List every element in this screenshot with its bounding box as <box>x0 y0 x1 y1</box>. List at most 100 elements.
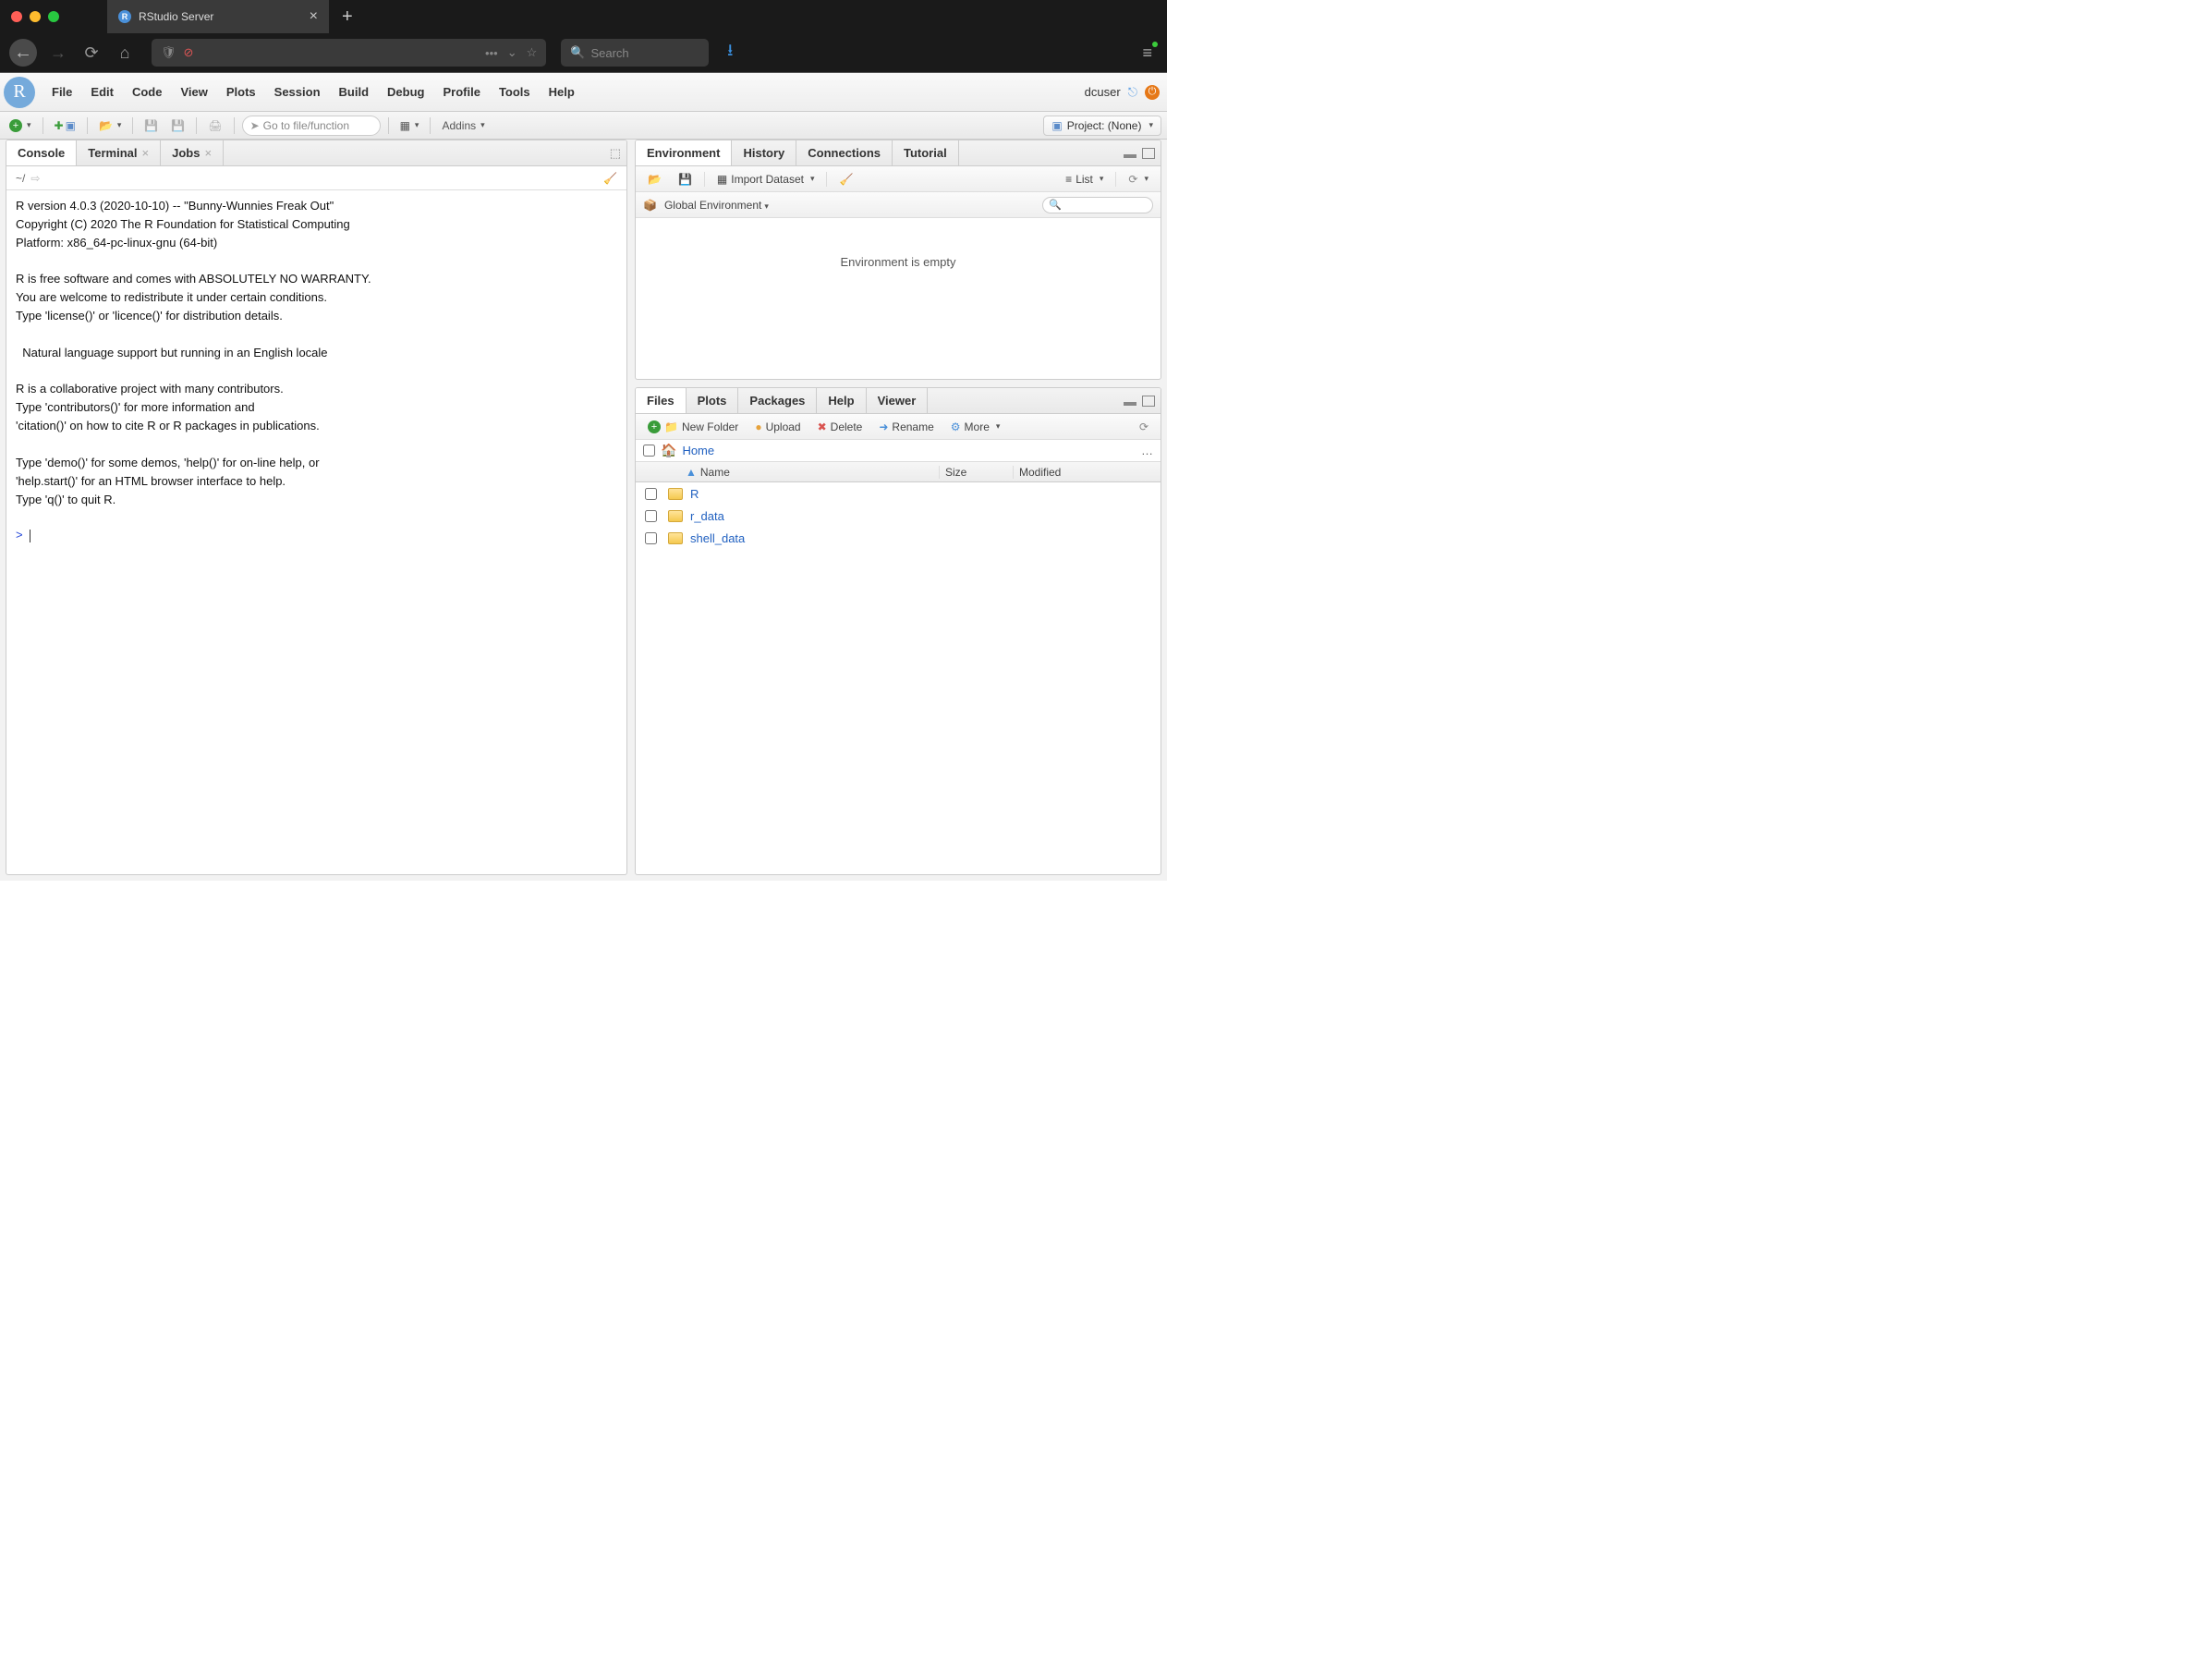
minimize-pane-icon[interactable] <box>1124 402 1136 406</box>
save-workspace-button[interactable]: 💾 <box>674 171 697 188</box>
save-button[interactable]: 💾 <box>140 116 162 136</box>
file-link[interactable]: shell_data <box>690 531 745 545</box>
forward-button[interactable]: → <box>46 41 70 65</box>
breadcrumb-home[interactable]: Home <box>682 444 714 457</box>
open-file-button[interactable]: 📂 <box>95 116 125 136</box>
row-checkbox[interactable] <box>645 532 657 544</box>
goto-file-input[interactable]: ➤ Go to file/function <box>242 116 381 136</box>
ellipsis-icon[interactable]: ••• <box>485 46 498 60</box>
browser-search[interactable]: 🔍 Search <box>561 39 709 67</box>
select-all-checkbox[interactable] <box>643 445 655 457</box>
reload-button[interactable]: ⟳ <box>79 41 103 65</box>
menu-profile[interactable]: Profile <box>433 81 489 103</box>
goto-dir-icon[interactable]: ⇨ <box>30 172 40 185</box>
console-output[interactable]: R version 4.0.3 (2020-10-10) -- "Bunny-W… <box>6 190 626 874</box>
tab-connections[interactable]: Connections <box>796 140 893 165</box>
hamburger-icon[interactable]: ≡ <box>1137 43 1159 63</box>
clear-env-button[interactable]: 🧹 <box>834 171 857 188</box>
console-text: R version 4.0.3 (2020-10-10) -- "Bunny-W… <box>16 199 371 506</box>
rstudio-logo: R <box>4 77 35 108</box>
refresh-env-button[interactable]: ⟳ <box>1124 171 1153 188</box>
new-project-button[interactable]: ✚▣ <box>51 116 79 136</box>
files-tabs: Files Plots Packages Help Viewer <box>636 388 1161 414</box>
project-button[interactable]: ▣ Project: (None) <box>1043 116 1161 136</box>
path-more-button[interactable]: … <box>1141 444 1153 457</box>
tab-packages[interactable]: Packages <box>738 388 817 413</box>
delete-button[interactable]: ✖ Delete <box>813 419 868 435</box>
project-icon: ▣ <box>1051 119 1062 132</box>
menu-file[interactable]: File <box>43 81 81 103</box>
new-file-button[interactable]: + <box>6 116 35 136</box>
maximize-pane-icon[interactable]: ⬚ <box>610 146 621 161</box>
downloads-icon[interactable]: ⭳ <box>718 41 742 65</box>
env-tabs: Environment History Connections Tutorial <box>636 140 1161 166</box>
file-link[interactable]: R <box>690 487 699 501</box>
maximize-pane-icon[interactable] <box>1142 396 1155 407</box>
pocket-icon[interactable]: ⌄ <box>507 45 517 60</box>
col-modified[interactable]: Modified <box>1013 466 1161 479</box>
tab-tutorial[interactable]: Tutorial <box>893 140 959 165</box>
col-size[interactable]: Size <box>939 466 1013 479</box>
tab-history[interactable]: History <box>732 140 796 165</box>
grid-button[interactable]: ▦ <box>396 116 423 136</box>
tab-console[interactable]: Console <box>6 140 77 165</box>
save-all-button[interactable]: 💾 <box>167 116 188 136</box>
menu-help[interactable]: Help <box>540 81 584 103</box>
menu-session[interactable]: Session <box>265 81 330 103</box>
window-maximize[interactable] <box>48 11 59 22</box>
home-icon[interactable]: 🏠 <box>661 443 676 458</box>
env-search-input[interactable]: 🔍 <box>1042 197 1153 213</box>
more-button[interactable]: ⚙ More <box>946 419 1005 435</box>
clear-console-icon[interactable]: 🧹 <box>603 172 617 185</box>
tab-files[interactable]: Files <box>636 388 687 413</box>
sort-arrow-icon[interactable]: ▲ <box>686 466 697 479</box>
bookmark-star-icon[interactable]: ☆ <box>527 45 538 60</box>
refresh-files-button[interactable]: ⟳ <box>1135 419 1153 435</box>
menu-code[interactable]: Code <box>123 81 172 103</box>
env-scope-button[interactable]: Global Environment <box>664 199 769 212</box>
menu-tools[interactable]: Tools <box>490 81 540 103</box>
file-link[interactable]: r_data <box>690 509 724 523</box>
menu-build[interactable]: Build <box>330 81 379 103</box>
package-icon: 📦 <box>643 199 657 212</box>
tab-terminal[interactable]: Terminal× <box>77 140 161 165</box>
tab-help[interactable]: Help <box>817 388 866 413</box>
new-folder-button[interactable]: +📁 New Folder <box>643 419 743 435</box>
menu-view[interactable]: View <box>171 81 216 103</box>
power-icon[interactable]: ⏻ <box>1145 85 1160 100</box>
tab-environment[interactable]: Environment <box>636 140 732 165</box>
upload-button[interactable]: ● Upload <box>750 419 805 435</box>
back-button[interactable]: ← <box>9 39 37 67</box>
signout-icon[interactable]: ⎋ <box>1128 85 1137 100</box>
load-workspace-button[interactable]: 📂 <box>643 171 666 188</box>
row-checkbox[interactable] <box>645 510 657 522</box>
window-minimize[interactable] <box>30 11 41 22</box>
col-name[interactable]: Name <box>700 466 730 479</box>
goto-placeholder: Go to file/function <box>263 119 349 132</box>
import-dataset-button[interactable]: ▦ Import Dataset <box>712 171 820 188</box>
browser-tab[interactable]: R RStudio Server × <box>107 0 329 33</box>
maximize-pane-icon[interactable] <box>1142 148 1155 159</box>
files-toolbar: +📁 New Folder ● Upload ✖ Delete ➜ Rename… <box>636 414 1161 440</box>
print-button[interactable]: 🖨 <box>204 116 225 136</box>
tab-viewer[interactable]: Viewer <box>867 388 929 413</box>
tracking-icon[interactable]: ⊘ <box>184 45 194 60</box>
search-icon: 🔍 <box>570 45 585 60</box>
tab-plots[interactable]: Plots <box>687 388 739 413</box>
menu-debug[interactable]: Debug <box>378 81 433 103</box>
menu-edit[interactable]: Edit <box>81 81 123 103</box>
row-checkbox[interactable] <box>645 488 657 500</box>
project-label: Project: (None) <box>1067 119 1142 132</box>
shield-icon[interactable]: 🛡 <box>161 45 176 60</box>
url-bar[interactable]: 🛡 ⊘ ••• ⌄ ☆ <box>152 39 546 67</box>
home-button[interactable]: ⌂ <box>113 41 137 65</box>
tab-close-icon[interactable]: × <box>310 8 318 25</box>
tab-jobs[interactable]: Jobs× <box>161 140 224 165</box>
list-view-button[interactable]: ≡ List <box>1061 171 1108 188</box>
addins-button[interactable]: Addins <box>438 116 488 136</box>
new-tab-button[interactable]: + <box>329 6 366 28</box>
minimize-pane-icon[interactable] <box>1124 154 1136 158</box>
window-close[interactable] <box>11 11 22 22</box>
menu-plots[interactable]: Plots <box>217 81 265 103</box>
rename-button[interactable]: ➜ Rename <box>874 419 938 435</box>
